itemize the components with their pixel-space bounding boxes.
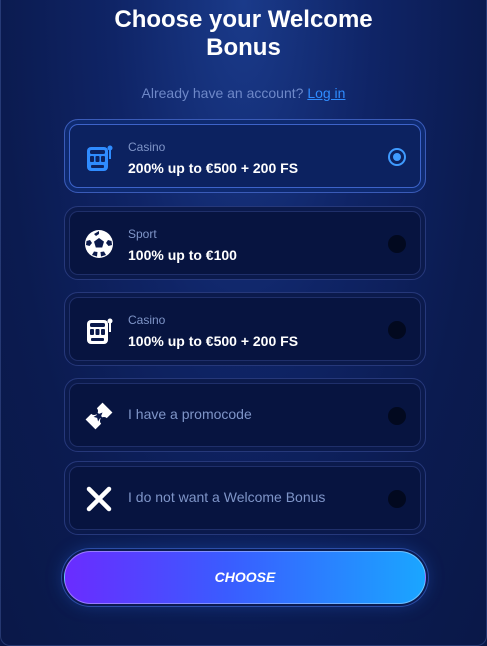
option-text: Casino 100% up to €500 + 200 FS [128, 313, 298, 350]
bonus-option-casino-100[interactable]: Casino 100% up to €500 + 200 FS [64, 292, 426, 366]
radio-selected[interactable] [388, 148, 406, 166]
option-label: I have a promocode [128, 406, 252, 422]
soccer-ball-icon [85, 230, 113, 258]
option-text: Casino 200% up to €500 + 200 FS [128, 140, 298, 177]
close-x-icon [86, 486, 112, 512]
bonus-option-promocode[interactable]: I have a promocode [64, 378, 426, 452]
radio-unselected[interactable] [388, 235, 406, 253]
option-title: 100% up to €100 [128, 247, 237, 263]
option-category: Casino [128, 140, 166, 154]
page-title: Choose your Welcome Bonus [114, 6, 373, 61]
radio-unselected[interactable] [388, 490, 406, 508]
bonus-option-none[interactable]: I do not want a Welcome Bonus [64, 461, 426, 535]
login-link[interactable]: Log in [307, 85, 345, 101]
option-label: I do not want a Welcome Bonus [128, 489, 326, 505]
slot-machine-icon [87, 145, 113, 171]
option-category: Sport [128, 227, 157, 241]
option-title: 100% up to €500 + 200 FS [128, 333, 299, 349]
option-text: Sport 100% up to €100 [128, 227, 237, 264]
radio-unselected[interactable] [388, 321, 406, 339]
radio-unselected[interactable] [388, 407, 406, 425]
option-title: 200% up to €500 + 200 FS [128, 160, 299, 176]
bonus-option-casino-200[interactable]: Casino 200% up to €500 + 200 FS [64, 119, 426, 193]
option-category: Casino [128, 313, 166, 327]
ticket-star-icon [85, 402, 113, 430]
choose-button[interactable]: CHOOSE [64, 551, 426, 604]
bonus-option-sport[interactable]: Sport 100% up to €100 [64, 206, 426, 280]
slot-machine-icon [87, 318, 113, 344]
account-prompt-text: Already have an account? [141, 85, 304, 101]
login-prompt: Already have an account? Log in [0, 85, 487, 101]
